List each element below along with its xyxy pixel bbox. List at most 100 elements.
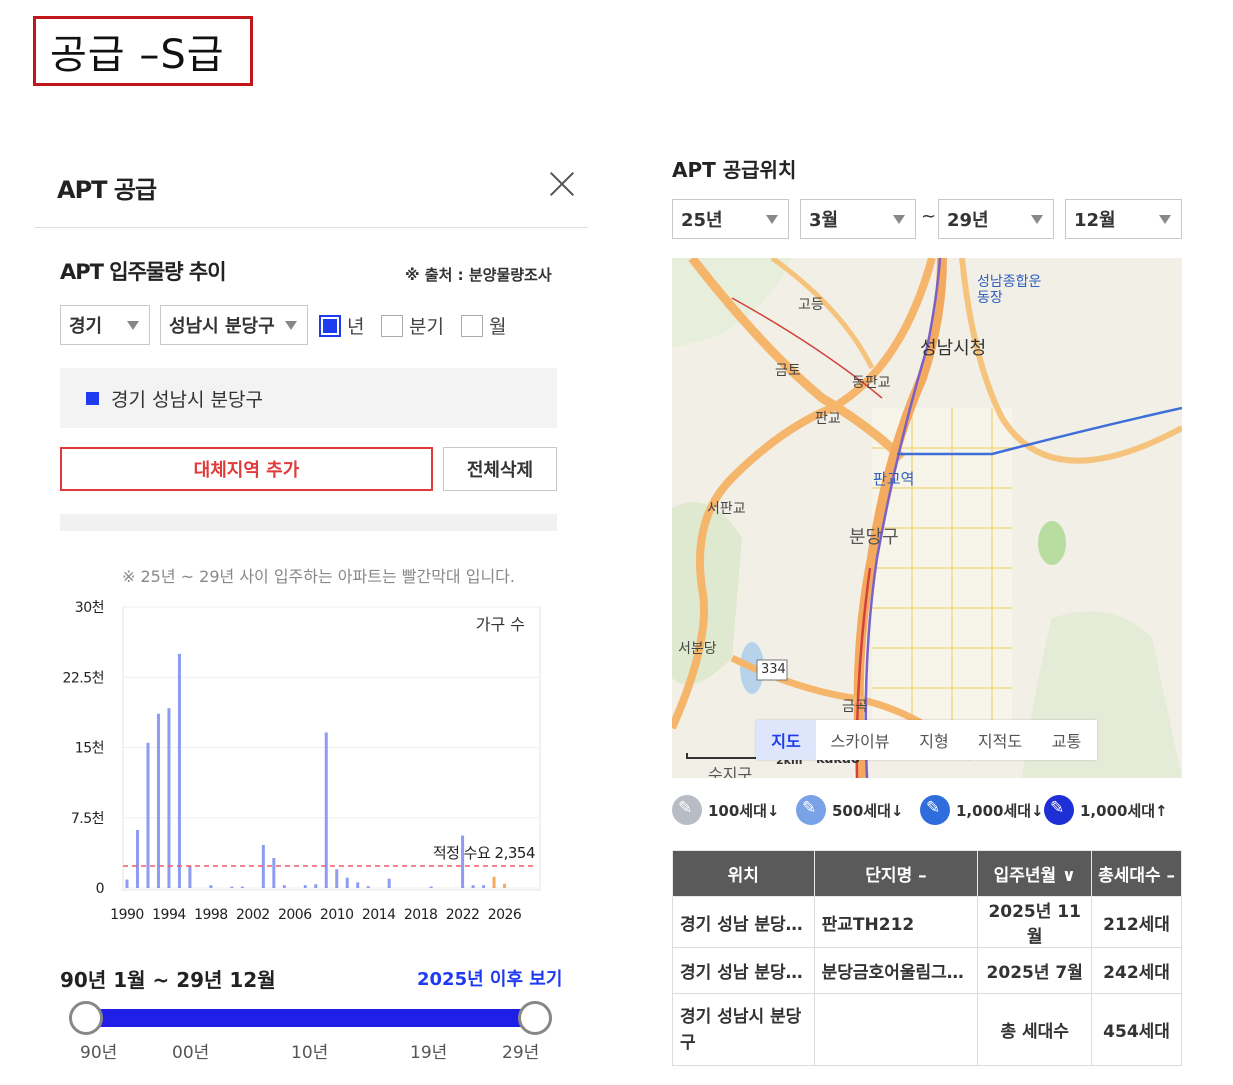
page-title-badge: 공급 –S급: [33, 16, 253, 86]
range-slider-start-handle[interactable]: [69, 1001, 103, 1035]
map-label: 서판교: [707, 501, 746, 517]
column-header-complex[interactable]: 단지명 –: [813, 850, 979, 897]
x-tick-label: 2002: [236, 907, 270, 923]
chart-bar[interactable]: [146, 742, 150, 888]
chart-bar[interactable]: [503, 883, 507, 888]
start-year-select[interactable]: 25년: [672, 199, 789, 239]
y-tick-label: 30천: [75, 600, 104, 616]
end-month-value: 12월: [1074, 210, 1116, 231]
legend-label: 100세대↓: [708, 801, 780, 820]
column-header-move-in[interactable]: 입주년월 ∨: [977, 850, 1093, 897]
chart-bar[interactable]: [240, 886, 244, 888]
map-label: 판교역: [873, 470, 915, 488]
chevron-down-icon: [893, 215, 905, 224]
chart-bar[interactable]: [209, 885, 213, 888]
map-label: 판교: [815, 411, 841, 427]
cell-location: 경기 성남 분당…: [672, 896, 815, 948]
period-label: 분기: [409, 316, 444, 338]
supply-table: 위치 단지명 – 입주년월 ∨ 총세대수 – 경기 성남 분당… 판교TH212…: [672, 850, 1182, 1066]
legend-label: 1,000세대↓: [956, 801, 1044, 820]
map-label: 금토: [775, 363, 801, 379]
chart-bar[interactable]: [314, 884, 318, 888]
map-scale-bar: [686, 753, 766, 759]
tab-traffic[interactable]: 교통: [1036, 720, 1097, 760]
x-tick-label: 2018: [404, 907, 438, 923]
selected-region: 경기 성남시 분당구: [60, 368, 557, 428]
end-month-select[interactable]: 12월: [1065, 199, 1182, 239]
chart-bar[interactable]: [471, 885, 475, 888]
view-after-2025-link[interactable]: 2025년 이후 보기: [417, 965, 562, 991]
x-tick-label: 2014: [362, 907, 396, 923]
chart-bar[interactable]: [335, 869, 339, 888]
cell-complex: 분당금호어울림그…: [813, 947, 979, 994]
column-header-households[interactable]: 총세대수 –: [1091, 850, 1182, 897]
period-label: 년: [347, 316, 365, 338]
slider-tick: 19년: [410, 1043, 448, 1063]
range-slider-track[interactable]: [86, 1009, 535, 1027]
chart-bar[interactable]: [177, 653, 181, 888]
map-label: 고등: [798, 297, 824, 313]
slider-tick: 00년: [172, 1043, 210, 1063]
chart-bar[interactable]: [387, 878, 391, 888]
chart-bar[interactable]: [230, 886, 234, 888]
chart-bar[interactable]: [356, 882, 360, 888]
column-header-location[interactable]: 위치: [672, 850, 815, 897]
reference-line-label: 적정 수요 2,354: [433, 844, 535, 862]
slider-tick: 29년: [502, 1043, 540, 1063]
period-checkbox-month[interactable]: 월: [461, 312, 506, 339]
map-label: 동판교: [852, 375, 891, 391]
tab-cadastral[interactable]: 지적도: [964, 720, 1036, 760]
cell-households: 212세대: [1091, 896, 1182, 948]
map-label: 성남시청: [920, 338, 987, 359]
series-label: 가구 수: [476, 615, 525, 634]
tab-terrain[interactable]: 지형: [904, 720, 964, 760]
pin-gray-icon: [672, 795, 702, 825]
chart-bar[interactable]: [324, 732, 328, 888]
chevron-down-icon: [766, 215, 778, 224]
chart-bar[interactable]: [125, 879, 129, 888]
chart-bar[interactable]: [135, 829, 139, 888]
chevron-down-icon: [1159, 215, 1171, 224]
legend-item: 100세대↓: [672, 795, 779, 825]
start-month-select[interactable]: 3월: [800, 199, 916, 239]
period-checkbox-quarter[interactable]: 분기: [381, 312, 444, 339]
chart-bar[interactable]: [492, 876, 496, 888]
add-region-button[interactable]: 대체지역 추가: [60, 447, 433, 491]
legend-item: 500세대↓: [796, 795, 903, 825]
chart-bar[interactable]: [303, 885, 307, 888]
period-checkbox-year[interactable]: 년: [319, 312, 364, 339]
delete-all-button[interactable]: 전체삭제: [443, 447, 557, 491]
pin-light-blue-icon: [796, 795, 826, 825]
checkbox-icon: [319, 314, 341, 337]
chart-bar[interactable]: [188, 865, 192, 888]
supply-map[interactable]: 고등 성남종합운동장 성남시청 금토 동판교 판교 판교역 서판교 분당구 서분…: [672, 258, 1182, 778]
table-row[interactable]: 경기 성남 분당… 판교TH212 2025년 11월 212세대: [672, 896, 1182, 948]
map-section-title: APT 공급위치: [672, 158, 797, 182]
cell-complex: 판교TH212: [813, 896, 979, 948]
chart-note: ※ 25년 ~ 29년 사이 입주하는 아파트는 빨간막대 입니다.: [122, 567, 515, 586]
close-icon[interactable]: [546, 168, 578, 200]
tab-skyview[interactable]: 스카이뷰: [816, 720, 904, 760]
supply-bar-chart: 30천 22.5천 15천 7.5천 0 1990 1994 1998 2002 2006 201…: [62, 600, 541, 923]
province-select-value: 경기: [69, 316, 103, 337]
x-axis: 1990 1994 1998 2002 2006 2010 2014 2018 2022 2026: [110, 907, 522, 923]
district-select[interactable]: 성남시 분당구: [160, 305, 308, 345]
table-row[interactable]: 경기 성남 분당… 분당금호어울림그… 2025년 7월 242세대: [672, 947, 1182, 994]
end-year-select[interactable]: 29년: [938, 199, 1054, 239]
chart-bar[interactable]: [156, 713, 160, 888]
tab-map[interactable]: 지도: [756, 720, 816, 760]
y-axis: 30천 22.5천 15천 7.5천 0: [62, 600, 104, 897]
chart-bar[interactable]: [282, 885, 286, 888]
range-slider-end-handle[interactable]: [518, 1001, 552, 1035]
chart-bar[interactable]: [345, 877, 349, 888]
chart-bar[interactable]: [167, 708, 171, 888]
province-select[interactable]: 경기: [60, 305, 150, 345]
cell-move-in: 2025년 7월: [977, 947, 1093, 994]
chart-bar[interactable]: [429, 886, 433, 888]
y-tick-label: 22.5천: [62, 670, 104, 686]
x-tick-label: 2026: [488, 907, 522, 923]
chart-bar[interactable]: [482, 885, 486, 888]
chart-bar[interactable]: [366, 886, 370, 888]
map-label: 성남종합운동장: [977, 274, 1042, 306]
chart-bar[interactable]: [272, 858, 276, 888]
